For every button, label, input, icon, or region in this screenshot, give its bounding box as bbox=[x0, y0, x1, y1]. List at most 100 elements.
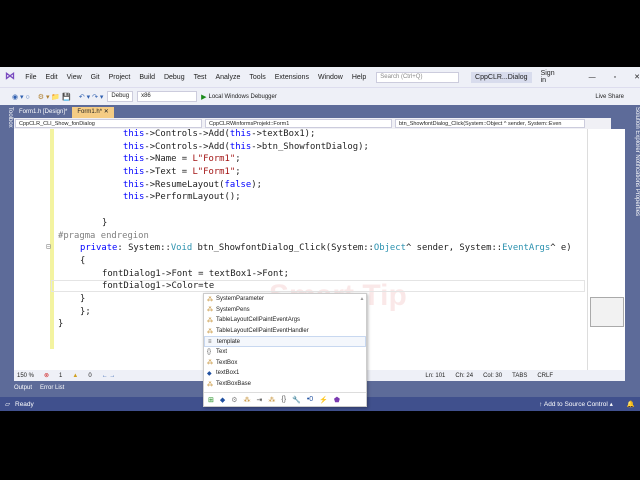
completion-label: SystemPens bbox=[216, 306, 250, 313]
code-line: #pragma endregion bbox=[58, 230, 149, 241]
solution-name: CppCLR...Dialog bbox=[471, 71, 532, 83]
code-line: this->Controls->Add(this->textBox1); bbox=[123, 129, 316, 139]
code-line: this->ResumeLayout(false); bbox=[123, 179, 262, 190]
undo-icon[interactable]: ↶ ▾ ↷ ▾ bbox=[79, 93, 104, 101]
tab-error-list[interactable]: Error List bbox=[40, 385, 64, 391]
completion-label: TableLayoutCellPaintEventArgs bbox=[216, 317, 301, 324]
collapse-icon[interactable]: ⊟ bbox=[46, 242, 51, 251]
close-icon[interactable]: ✕ bbox=[634, 73, 640, 81]
menu-view[interactable]: View bbox=[67, 74, 82, 81]
document-tabs: Form1.h [Design]* Form1.h* ✕ bbox=[14, 105, 614, 118]
menu-analyze[interactable]: Analyze bbox=[215, 74, 240, 81]
filter-methods-icon[interactable]: ⬟ bbox=[334, 396, 340, 404]
class-icon: ⁂ bbox=[207, 360, 213, 367]
member-dropdown[interactable]: btn_ShowfontDialog_Click(System::Object … bbox=[395, 119, 585, 128]
menu-edit[interactable]: Edit bbox=[46, 74, 58, 81]
filter-interfaces-icon[interactable]: ⇥ bbox=[257, 396, 263, 404]
menu-build[interactable]: Build bbox=[139, 74, 155, 81]
completion-label: Text bbox=[216, 349, 228, 356]
menu-test[interactable]: Test bbox=[194, 74, 207, 81]
live-share-button[interactable]: Live Share bbox=[595, 94, 624, 100]
filter-properties-icon[interactable]: ⚙ bbox=[231, 396, 237, 404]
code-line: fontDialog1->Font = textBox1->Font; bbox=[102, 268, 290, 279]
tab-label: Form1.h* bbox=[77, 109, 103, 115]
warning-icon[interactable]: ▲ bbox=[72, 373, 78, 379]
save-icons[interactable]: ⚙ ▾ 📁 💾 bbox=[38, 93, 71, 101]
menu-project[interactable]: Project bbox=[109, 74, 131, 81]
menu-git[interactable]: Git bbox=[91, 74, 100, 81]
filter-keywords-icon[interactable]: 🔧 bbox=[292, 396, 301, 404]
filter-classes-icon[interactable]: ⁂ bbox=[244, 396, 251, 404]
class-icon: ⁂ bbox=[207, 317, 213, 324]
back-icon[interactable]: ◉ ▾ ○ bbox=[12, 93, 30, 101]
filter-namespaces-icon[interactable]: {} bbox=[281, 396, 286, 403]
source-control-button[interactable]: ↑ Add to Source Control ▴ bbox=[539, 400, 613, 408]
completion-label: TextBoxBase bbox=[216, 381, 252, 388]
char-number: Ch: 24 bbox=[455, 372, 474, 379]
field-icon: ◆ bbox=[207, 370, 212, 377]
completion-item-selected[interactable]: ≡ template bbox=[204, 336, 366, 347]
struct-icon: ⁂ bbox=[207, 296, 213, 303]
completion-label: template bbox=[217, 338, 241, 345]
platform-dropdown[interactable]: x86 bbox=[137, 91, 198, 102]
toolbox-panel-tab[interactable]: Toolbox bbox=[0, 105, 13, 385]
right-panel-tabs[interactable]: Solution Explorer Notifications Properti… bbox=[625, 105, 640, 385]
completion-filter-bar: ⊞ ◆ ⚙ ⁂ ⇥ ⁂ {} 🔧 •0 ⚡ ⬟ bbox=[204, 392, 366, 406]
minimap-thumb[interactable] bbox=[590, 297, 624, 327]
completion-item[interactable]: ⁂ TextBoxBase bbox=[204, 379, 366, 390]
maximize-icon[interactable]: ▫ bbox=[614, 74, 616, 81]
toolbar: ◉ ▾ ○ ⚙ ▾ 📁 💾 ↶ ▾ ↷ ▾ Debug x86 ▶ Local … bbox=[0, 87, 640, 105]
completion-item[interactable]: {} Text bbox=[204, 347, 366, 358]
menu-debug[interactable]: Debug bbox=[164, 74, 185, 81]
run-button[interactable]: Local Windows Debugger bbox=[208, 94, 276, 100]
filter-constants-icon[interactable]: •0 bbox=[307, 396, 313, 403]
intellisense-completion-list[interactable]: ⁂ SystemParameter ⁂ SystemPens ⁂ TableLayou… bbox=[203, 293, 367, 407]
code-line: } bbox=[58, 319, 64, 330]
completion-scrollbar[interactable]: ▲ bbox=[359, 296, 365, 392]
menu-file[interactable]: File bbox=[25, 74, 36, 81]
completion-item[interactable]: ⁂ TableLayoutCellPaintEventArgs bbox=[204, 315, 366, 326]
code-line: this->PerformLayout(); bbox=[123, 192, 241, 203]
notifications-icon[interactable]: 🔔 bbox=[627, 400, 635, 408]
menu-help[interactable]: Help bbox=[352, 74, 366, 81]
scrollbar-minimap[interactable] bbox=[587, 129, 625, 370]
code-line: } bbox=[80, 294, 86, 304]
project-dropdown[interactable]: CppCLR_CLI_Show_fonDialog bbox=[15, 119, 202, 128]
completion-item[interactable]: ◆ textBox1 bbox=[204, 368, 366, 379]
tab-form1-design[interactable]: Form1.h [Design]* bbox=[14, 107, 72, 118]
code-line: }; bbox=[80, 306, 91, 317]
class-icon: ⁂ bbox=[207, 307, 213, 314]
menu-extensions[interactable]: Extensions bbox=[275, 74, 309, 81]
completion-item[interactable]: ⁂ TableLayoutCellPaintEventHandler bbox=[204, 326, 366, 337]
tab-form1-h[interactable]: Form1.h* ✕ bbox=[72, 107, 114, 118]
close-tab-icon[interactable]: ✕ bbox=[104, 109, 109, 115]
error-icon[interactable]: ⊗ bbox=[44, 372, 49, 379]
indent-mode[interactable]: TABS bbox=[512, 373, 527, 379]
class-dropdown[interactable]: CppCLRWinformsProjekt::Form1 bbox=[205, 119, 392, 128]
vs-logo-icon: ⋈ bbox=[5, 71, 15, 82]
config-dropdown[interactable]: Debug bbox=[107, 91, 134, 102]
tab-output[interactable]: Output bbox=[14, 385, 32, 391]
filter-structs-icon[interactable]: ⁂ bbox=[268, 396, 275, 404]
zoom-dropdown[interactable]: 150 % bbox=[17, 373, 34, 379]
completion-item[interactable]: ⁂ SystemParameter bbox=[204, 294, 366, 305]
column-number: Col: 30 bbox=[483, 372, 503, 379]
sign-in-link[interactable]: Sign in bbox=[541, 70, 561, 84]
code-line: this->Name = L"Form1"; bbox=[123, 154, 241, 165]
status-ready: Ready bbox=[15, 400, 34, 408]
line-ending[interactable]: CRLF bbox=[537, 373, 553, 379]
filter-fields-icon[interactable]: ◆ bbox=[220, 396, 225, 404]
minimize-icon[interactable]: — bbox=[589, 74, 596, 81]
code-line: this->Text = L"Form1"; bbox=[123, 167, 241, 177]
completion-item[interactable]: ⁂ SystemPens bbox=[204, 305, 366, 316]
completion-item[interactable]: ⁂ TextBox bbox=[204, 358, 366, 369]
menu-tools[interactable]: Tools bbox=[249, 74, 265, 81]
code-line: } bbox=[102, 217, 108, 228]
menu-window[interactable]: Window bbox=[318, 74, 343, 81]
code-line: private: System::Void btn_ShowfontDialog… bbox=[80, 243, 572, 254]
code-line-current: fontDialog1->Color=te bbox=[102, 281, 215, 292]
search-input[interactable]: Search (Ctrl+Q) bbox=[376, 71, 460, 83]
nav-back-forward-icons[interactable]: ← → bbox=[102, 373, 116, 379]
filter-events-icon[interactable]: ⚡ bbox=[319, 396, 328, 404]
filter-expand-icon[interactable]: ⊞ bbox=[208, 396, 214, 404]
